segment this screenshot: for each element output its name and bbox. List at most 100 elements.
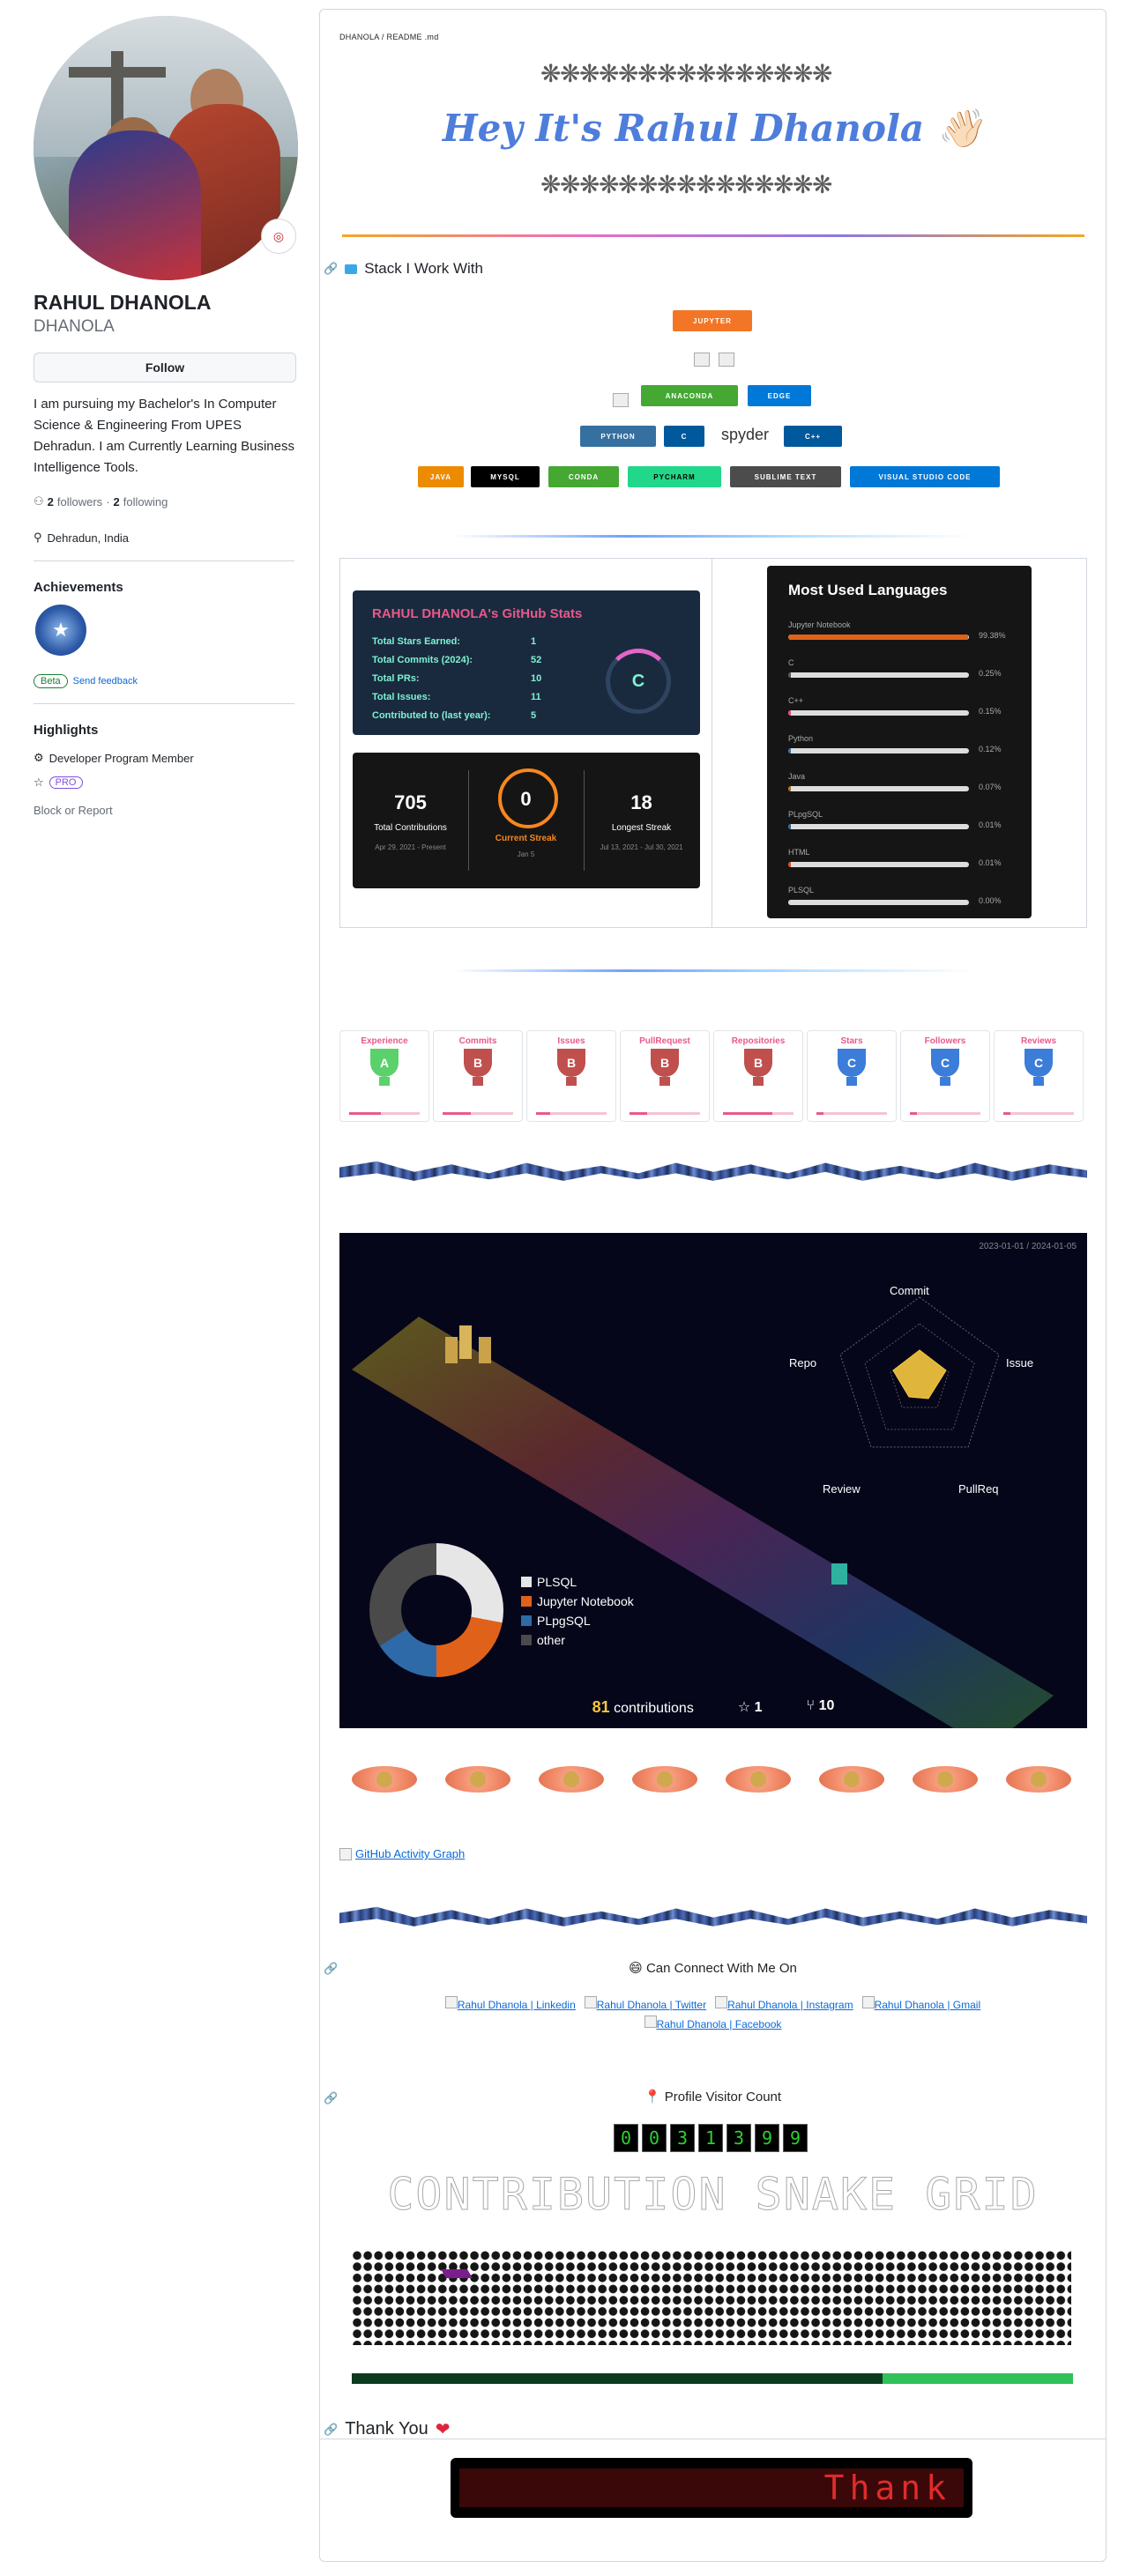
trophy-stars[interactable]: Stars C xyxy=(807,1030,897,1122)
badge-vscode[interactable]: VISUAL STUDIO CODE xyxy=(850,466,1000,487)
visitor-counter: 0031399 xyxy=(614,2124,808,2152)
social-links-row2: Rahul Dhanola | Facebook xyxy=(320,2016,1106,2030)
block-report-link[interactable]: Block or Report xyxy=(34,804,113,817)
trophy-experience[interactable]: Experience A xyxy=(339,1030,429,1122)
badge-pycharm[interactable]: PYCHARM xyxy=(628,466,721,487)
star-icon: ☆ xyxy=(737,1700,751,1715)
badge-java[interactable]: JAVA xyxy=(418,466,464,487)
radar-label: Issue xyxy=(1006,1356,1034,1370)
link-icon[interactable]: 🔗 xyxy=(324,2423,338,2437)
send-feedback-link[interactable]: Send feedback xyxy=(73,676,138,687)
swirl-icon: ❋ xyxy=(540,171,562,198)
contrib-summary: 81 contributions ☆ 1 ⑂ 10 xyxy=(592,1698,835,1716)
status-icon[interactable]: ◎ xyxy=(261,219,296,254)
connect-heading: 😄 Can Connect With Me On xyxy=(629,1961,797,1976)
linkedin-link[interactable]: Rahul Dhanola | Linkedin xyxy=(444,1996,576,2011)
languages-card[interactable]: Most Used Languages Jupyter Notebook 99.3… xyxy=(767,566,1032,918)
counter-digit: 0 xyxy=(642,2124,667,2152)
facebook-link[interactable]: Rahul Dhanola | Facebook xyxy=(644,2016,781,2030)
separator-dot: · xyxy=(106,494,110,509)
visitor-heading: 📍 Profile Visitor Count xyxy=(644,2090,782,2105)
badge-anaconda[interactable]: ANACONDA xyxy=(641,385,738,406)
follow-button[interactable]: Follow xyxy=(34,353,296,382)
radar-label: PullReq xyxy=(958,1482,999,1496)
flower-icon xyxy=(620,1759,710,1800)
flower-divider xyxy=(339,1759,1087,1801)
donut-legend: PLSQL Jupyter Notebook PLpgSQL other xyxy=(521,1575,634,1652)
swirl-icon: ❋ xyxy=(715,60,736,87)
achievements-title[interactable]: Achievements xyxy=(34,580,123,595)
streak-card[interactable]: 705 Total Contributions Apr 29, 2021 - P… xyxy=(353,753,700,888)
badge-edge[interactable]: EDGE xyxy=(748,385,811,406)
link-icon[interactable]: 🔗 xyxy=(324,262,338,276)
badge-sublime[interactable]: SUBLIME TEXT xyxy=(730,466,841,487)
snake xyxy=(441,2269,473,2278)
trophy-pullrequest[interactable]: PullRequest B xyxy=(620,1030,710,1122)
current-streak: 0 Current Streak Jan 5 xyxy=(495,788,557,858)
badge-python[interactable]: PYTHON xyxy=(580,426,656,447)
stack-title: Stack I Work With xyxy=(364,260,483,277)
trophy-issues[interactable]: Issues B xyxy=(526,1030,616,1122)
swirl-icon: ❋ xyxy=(696,60,717,87)
avatar[interactable] xyxy=(34,16,298,280)
swirl-icon: ❋ xyxy=(618,171,639,198)
profile-3d-contrib: 2023-01-01 / 2024-01-05 Commit Issue Pul… xyxy=(339,1233,1087,1728)
following-link[interactable]: following xyxy=(123,495,168,509)
heart-icon: ❤ xyxy=(435,2420,451,2439)
badge-jupyter[interactable]: JUPYTER xyxy=(673,310,752,331)
gmail-link[interactable]: Rahul Dhanola | Gmail xyxy=(861,1996,980,2011)
trophy-repositories[interactable]: Repositories B xyxy=(713,1030,803,1122)
language-item: HTML 0.01% xyxy=(788,848,1002,867)
radar-label: Review xyxy=(823,1482,861,1496)
swirl-icon: ❋ xyxy=(734,60,756,87)
counter-digit: 3 xyxy=(726,2124,751,2152)
vine-divider xyxy=(339,1906,1087,1926)
gear-icon: ⚙ xyxy=(34,751,44,764)
instagram-link[interactable]: Rahul Dhanola | Instagram xyxy=(715,1996,853,2011)
swirl-icon: ❋ xyxy=(599,60,620,87)
gradient-divider xyxy=(342,234,1084,237)
led-banner: Thank xyxy=(451,2458,972,2518)
swirl-icon: ❋ xyxy=(637,171,659,198)
social-links: Rahul Dhanola | Linkedin Rahul Dhanola |… xyxy=(320,1996,1106,2011)
badge-c[interactable]: C xyxy=(664,426,704,447)
trophy-reviews[interactable]: Reviews C xyxy=(994,1030,1084,1122)
swirl-icon: ❋ xyxy=(657,171,678,198)
activity-graph-link[interactable]: GitHub Activity Graph xyxy=(339,1847,465,1860)
thank-heading: 🔗 Thank You ❤ xyxy=(324,2419,451,2439)
beta-label: Beta xyxy=(34,674,68,688)
following-count[interactable]: 2 xyxy=(114,495,120,509)
swirl-row-top: ❋ ❋ ❋ ❋ ❋ ❋ ❋ ❋ ❋ ❋ ❋ ❋ ❋ ❋ ❋ xyxy=(540,61,853,91)
trophy-followers[interactable]: Followers C xyxy=(900,1030,990,1122)
swirl-icon: ❋ xyxy=(676,60,697,87)
github-stats-card[interactable]: RAHUL DHANOLA's GitHub Stats Total Stars… xyxy=(353,590,700,735)
counter-digit: 9 xyxy=(783,2124,808,2152)
flower-icon xyxy=(713,1759,803,1800)
badge-cpp[interactable]: C++ xyxy=(784,426,842,447)
badge-mysql[interactable]: MYSQL xyxy=(471,466,540,487)
divider xyxy=(34,703,294,704)
radar-label: Repo xyxy=(789,1356,817,1370)
swirl-icon: ❋ xyxy=(793,60,814,87)
achievement-badge[interactable]: ★ xyxy=(35,605,86,656)
badge-conda[interactable]: CONDA xyxy=(548,466,619,487)
location-text: Dehradun, India xyxy=(47,531,130,545)
snake-grid xyxy=(352,2250,1071,2345)
twitter-link[interactable]: Rahul Dhanola | Twitter xyxy=(584,1996,706,2011)
followers-link[interactable]: followers xyxy=(57,495,102,509)
followers-count[interactable]: 2 xyxy=(48,495,54,509)
swirl-icon: ❋ xyxy=(637,60,659,87)
rank-ring: C xyxy=(606,649,671,714)
badge-spyder[interactable]: spyder xyxy=(713,424,777,445)
trophy-commits[interactable]: Commits B xyxy=(433,1030,523,1122)
swirl-icon: ❋ xyxy=(618,60,639,87)
highlight-label[interactable]: Developer Program Member xyxy=(49,752,194,765)
stats-table: RAHUL DHANOLA's GitHub Stats Total Stars… xyxy=(339,558,1087,928)
fork-icon: ⑂ xyxy=(806,1698,816,1713)
breadcrumb[interactable]: DHANOLA / README .md xyxy=(339,33,439,41)
broken-image-icon xyxy=(613,393,629,407)
swirl-icon: ❋ xyxy=(579,60,600,87)
counter-digit: 1 xyxy=(698,2124,723,2152)
flower-icon xyxy=(526,1759,616,1800)
swirl-icon: ❋ xyxy=(579,171,600,198)
